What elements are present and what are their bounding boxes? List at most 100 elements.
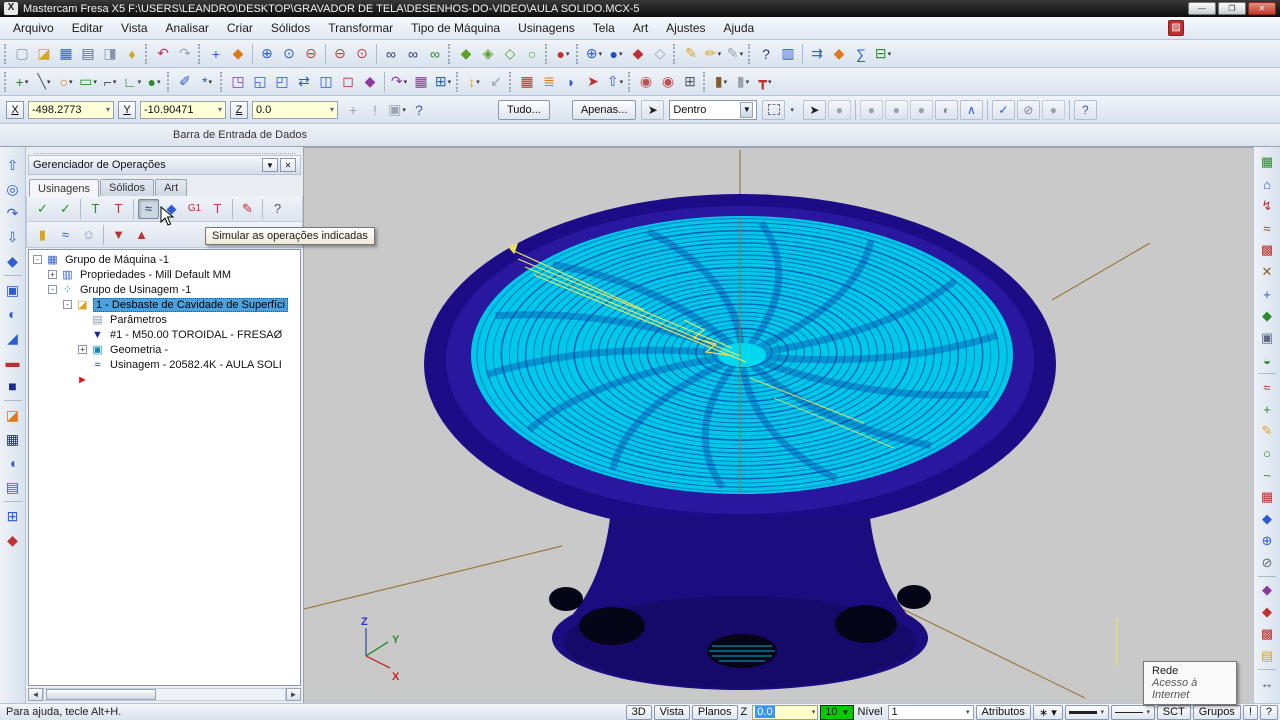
solid-thicken-icon[interactable]: ◖ [2, 452, 24, 474]
select-disabled-1-icon[interactable]: ● [827, 99, 851, 120]
chevron-down-icon[interactable]: ▾ [740, 50, 744, 58]
graphics-viewport[interactable]: Z Y X [299, 147, 1253, 703]
regen-dirty-icon[interactable]: T [108, 199, 129, 219]
status-alert-button[interactable]: ! [1242, 704, 1258, 720]
view-sticks-icon[interactable]: ✕ [1256, 262, 1278, 282]
solid-mesh-icon[interactable]: ▦ [2, 428, 24, 450]
pan-icon[interactable]: + [206, 44, 226, 64]
edit-pencil-icon[interactable]: ✎ [1256, 421, 1278, 441]
select-disabled-4-icon[interactable]: ● [909, 99, 933, 120]
binoculars-2-icon[interactable]: ∞ [403, 44, 423, 64]
tab-art[interactable]: Art [155, 179, 188, 196]
scroll-track[interactable] [43, 687, 286, 701]
analyze-entity-icon[interactable]: ? [756, 44, 776, 64]
regen-ops-icon[interactable]: T [85, 199, 106, 219]
stock-gray-icon[interactable]: ▮ ▾ [733, 72, 753, 92]
status-pointstyle-button[interactable]: ∗ ▾ [1032, 704, 1063, 720]
chevron-down-icon[interactable]: ▼ [842, 708, 850, 717]
tree-expander-icon[interactable]: - [48, 285, 57, 294]
menu-item-editar[interactable]: Editar [63, 19, 112, 37]
xform-mirror-icon[interactable]: ⇄ [294, 72, 314, 92]
status-nivel-label[interactable]: Nível [854, 706, 885, 718]
tool-pin-icon[interactable]: ┳ ▾ [755, 72, 775, 92]
select-disabled-3-icon[interactable]: ● [884, 99, 908, 120]
view-iso-icon[interactable]: ◆ [1256, 306, 1278, 326]
solid-draft-icon[interactable]: ◪ [2, 404, 24, 426]
shrink-icon[interactable]: ↙ [486, 72, 506, 92]
chevron-down-icon[interactable]: ▾ [402, 106, 406, 114]
lock-icon[interactable]: ▮ [32, 225, 53, 245]
move-up-icon[interactable]: ▲ [131, 225, 152, 245]
edit-multigrid-icon[interactable]: ▩ [1256, 624, 1278, 644]
menu-item-analisar[interactable]: Analisar [157, 19, 218, 37]
menu-record-icon[interactable]: ▨ [1168, 20, 1184, 36]
solid-layout-icon[interactable]: ⊞ [2, 505, 24, 527]
solid-red-icon[interactable]: ◆ [628, 44, 648, 64]
chevron-down-icon[interactable]: ▾ [47, 78, 51, 86]
scroll-left-icon[interactable]: ◄ [28, 687, 43, 701]
view-camera-icon[interactable]: ▣ [1256, 328, 1278, 348]
solid-chamfer-icon[interactable]: ◢ [2, 327, 24, 349]
zoom-target-icon[interactable]: ⊖ [330, 44, 350, 64]
unselect-all-ops-icon[interactable]: ✓ [55, 199, 76, 219]
tree-expander-icon[interactable]: - [33, 255, 42, 264]
ops-help-icon[interactable]: ? [267, 199, 288, 219]
binoculars-icon[interactable]: ∞ [381, 44, 401, 64]
print-preview-icon[interactable]: ◨ [100, 44, 120, 64]
create-primitive-icon[interactable]: ● ▾ [144, 72, 164, 92]
save-icon[interactable]: ▦ [56, 44, 76, 64]
x-axis-button[interactable]: X [6, 100, 24, 119]
solid-boolean-icon[interactable]: ◐ [2, 303, 24, 325]
zoom-out-icon[interactable]: ⊖ [301, 44, 321, 64]
post-icon[interactable]: T [207, 199, 228, 219]
y-coordinate-field[interactable]: -10.90471 ▾ [140, 100, 226, 119]
pencil-gray-icon[interactable]: ✎ ▾ [725, 44, 745, 64]
tree-item[interactable]: ≈ Usinagem - 20582.4K - AULA SOLI [29, 357, 300, 372]
toggle-toolpath-icon[interactable]: ≈ [55, 225, 76, 245]
status-3d-button[interactable]: 3D [625, 704, 652, 720]
tree-item[interactable]: - ⁘ Grupo de Usinagem -1 [29, 282, 300, 297]
important-icon[interactable]: ! [365, 100, 385, 120]
tree-item[interactable]: + ▣ Geometria - [29, 342, 300, 357]
chevron-down-icon[interactable]: ▼ [740, 101, 754, 118]
tree-item[interactable]: ► [29, 372, 300, 387]
pencil-multi-icon[interactable]: ✏ ▾ [703, 44, 723, 64]
chevron-down-icon[interactable]: ▾ [208, 78, 212, 86]
tree-expander-icon[interactable]: + [78, 345, 87, 354]
measure-icon[interactable]: ↔ [1256, 673, 1278, 693]
g1-icon[interactable]: G1 [184, 199, 205, 219]
edit-purple-icon[interactable]: ◆ [1256, 580, 1278, 600]
chevron-down-icon[interactable]: ▾ [113, 78, 117, 86]
flower-1-icon[interactable]: ◉ [636, 72, 656, 92]
status-linestyle2-button[interactable]: ▾ [1110, 704, 1155, 720]
minimize-button[interactable]: — [1188, 2, 1216, 15]
rocket-icon[interactable]: ➤ [583, 72, 603, 92]
spray-icon[interactable]: ✐ [175, 72, 195, 92]
fist-icon[interactable]: ▣ ▾ [387, 100, 407, 120]
chevron-down-icon[interactable]: ▾ [330, 105, 334, 114]
z-coordinate-field[interactable]: 0.0 ▾ [252, 100, 338, 119]
menu-item-vista[interactable]: Vista [112, 19, 156, 37]
chevron-down-icon[interactable]: ▾ [218, 105, 222, 114]
report-icon[interactable]: ⊟ ▾ [873, 44, 893, 64]
help-icon[interactable]: ? [409, 100, 429, 120]
view-pan-icon[interactable]: + [1256, 284, 1278, 304]
select-none-icon[interactable]: ⊘ [1016, 99, 1040, 120]
chevron-down-icon[interactable]: ▾ [718, 50, 722, 58]
chevron-down-icon[interactable]: ▾ [69, 78, 73, 86]
chevron-down-icon[interactable]: ▾ [25, 78, 29, 86]
shade-wireframe-icon[interactable]: ○ [522, 44, 542, 64]
zoom-window-icon[interactable]: ⊙ [279, 44, 299, 64]
menu-item-ajuda[interactable]: Ajuda [715, 19, 764, 37]
chevron-down-icon[interactable]: ▾ [138, 78, 142, 86]
panel-grip[interactable] [34, 149, 295, 154]
xform-array-icon[interactable]: ▦ [411, 72, 431, 92]
solid-ghost-icon[interactable]: ◇ [650, 44, 670, 64]
view-colors-icon[interactable]: ▩ [1256, 240, 1278, 260]
view-add-icon[interactable]: + [1256, 399, 1278, 419]
chevron-down-icon[interactable]: ▾ [1146, 708, 1150, 716]
pattern-icon[interactable]: * ▾ [197, 72, 217, 92]
gview-wireframe-icon[interactable]: ⊕ ▾ [584, 44, 604, 64]
select-solid-icon[interactable]: ◐ [934, 99, 958, 120]
tab-usinagens[interactable]: Usinagens [29, 179, 99, 197]
